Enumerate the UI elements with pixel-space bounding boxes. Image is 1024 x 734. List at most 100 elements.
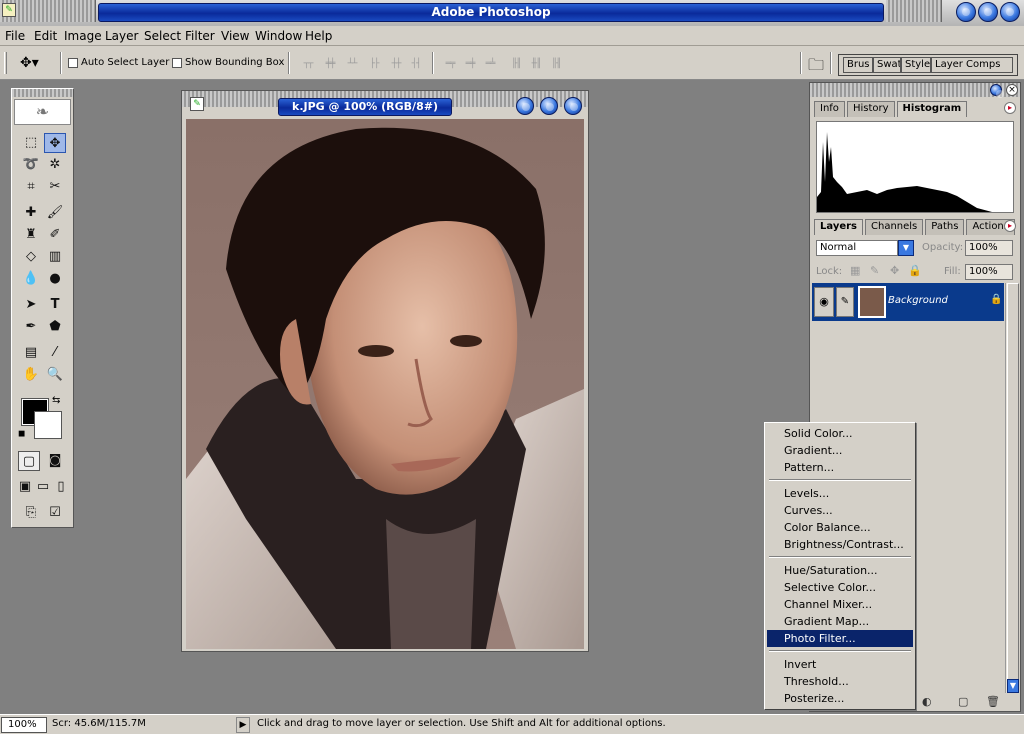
scrollbar-thumb[interactable] (1007, 283, 1019, 683)
distribute-hcenter-icon[interactable]: ╫║ (528, 58, 544, 70)
menu-item-threshold[interactable]: Threshold... (767, 673, 913, 690)
menu-item-curves[interactable]: Curves... (767, 502, 913, 519)
status-menu-arrow-icon[interactable]: ▶ (236, 717, 250, 733)
histogram-panel-menu-icon[interactable]: ▸ (1004, 102, 1016, 114)
menu-edit[interactable]: Edit (34, 28, 57, 44)
move-tool-preset-icon[interactable]: ✥▾ (20, 55, 39, 71)
scroll-down-icon[interactable]: ▼ (1007, 679, 1019, 693)
distribute-top-icon[interactable]: ═╤ (442, 58, 458, 70)
tab-history[interactable]: History (846, 101, 895, 117)
eyedropper-tool-icon[interactable]: ⁄ (44, 343, 66, 363)
options-grip[interactable] (4, 52, 7, 74)
tab-info[interactable]: Info (814, 101, 845, 117)
tab-channels[interactable]: Channels (865, 219, 924, 235)
menu-item-brightness-contrast[interactable]: Brightness/Contrast... (767, 536, 913, 553)
menu-item-photo-filter[interactable]: Photo Filter... (767, 630, 913, 647)
lock-all-icon[interactable]: 🔒 (908, 264, 922, 277)
hand-tool-icon[interactable]: ✋ (20, 365, 42, 385)
distribute-left-icon[interactable]: ╟║ (508, 58, 524, 70)
path-selection-tool-icon[interactable]: ➤ (20, 295, 42, 315)
menu-item-posterize[interactable]: Posterize... (767, 690, 913, 707)
auto-select-layer-checkbox[interactable]: Auto Select Layer (68, 57, 169, 68)
layer-brush-icon[interactable]: ✎ (836, 287, 854, 317)
menu-item-hue-saturation[interactable]: Hue/Saturation... (767, 562, 913, 579)
panel-grip[interactable] (810, 83, 1020, 97)
zoom-tool-icon[interactable]: 🔍 (44, 365, 66, 385)
layers-scrollbar[interactable]: ▼ (1005, 283, 1019, 693)
fill-input[interactable]: 100% (965, 264, 1013, 280)
lock-image-icon[interactable]: ✎ (870, 264, 879, 277)
menu-item-gradient[interactable]: Gradient... (767, 442, 913, 459)
brush-tool-icon[interactable]: 🖌 (44, 203, 66, 223)
clone-stamp-tool-icon[interactable]: ♜ (20, 225, 42, 245)
menu-item-pattern[interactable]: Pattern... (767, 459, 913, 476)
swap-colors-icon[interactable]: ⇆ (52, 395, 60, 406)
menu-help[interactable]: Help (305, 28, 332, 44)
doc-close-button[interactable] (564, 97, 582, 115)
show-bounding-box-checkbox[interactable]: Show Bounding Box (172, 57, 284, 68)
panel-minimize-button[interactable] (990, 84, 1004, 98)
standard-screen-mode-icon[interactable]: ▣ (16, 477, 34, 497)
distribute-bottom-icon[interactable]: ═╧ (482, 58, 498, 70)
align-horizontal-center-icon[interactable]: ┼┼ (388, 58, 404, 70)
document-icon[interactable]: ✎ (190, 97, 204, 111)
file-browser-icon[interactable]: 🗀 (808, 54, 824, 81)
image-canvas[interactable] (186, 119, 584, 649)
magic-wand-tool-icon[interactable]: ✲ (44, 155, 66, 175)
crop-tool-icon[interactable]: ⌗ (20, 177, 42, 197)
menu-item-gradient-map[interactable]: Gradient Map... (767, 613, 913, 630)
dodge-tool-icon[interactable]: ● (44, 269, 66, 289)
doc-maximize-button[interactable] (540, 97, 558, 115)
pen-tool-icon[interactable]: ✒ (20, 317, 42, 337)
menu-filter[interactable]: Filter (185, 28, 215, 44)
layer-visibility-eye-icon[interactable]: ◉ (814, 287, 834, 317)
photoshop-feather-icon[interactable]: ✎ (2, 3, 16, 17)
well-tab-brushes[interactable]: Brus (843, 57, 873, 73)
well-tab-swatches[interactable]: Swat (873, 57, 901, 73)
adjustment-layer-icon[interactable]: ◐ (922, 695, 932, 708)
menu-view[interactable]: View (221, 28, 249, 44)
new-layer-icon[interactable]: ▢ (958, 695, 968, 708)
close-button[interactable] (1000, 2, 1020, 22)
layers-panel-menu-icon[interactable]: ▸ (1004, 220, 1016, 232)
blur-tool-icon[interactable]: 💧 (20, 269, 42, 289)
doc-minimize-button[interactable] (516, 97, 534, 115)
blend-mode-select[interactable]: Normal (816, 240, 898, 256)
blend-mode-dropdown-icon[interactable]: ▼ (898, 240, 914, 256)
menu-layer[interactable]: Layer (105, 28, 138, 44)
menu-file[interactable]: File (5, 28, 25, 44)
type-tool-icon[interactable]: T (44, 295, 66, 315)
notes-tool-icon[interactable]: ▤ (20, 343, 42, 363)
distribute-vcenter-icon[interactable]: ═╪ (462, 58, 478, 70)
menu-item-solid-color[interactable]: Solid Color... (767, 425, 913, 442)
menu-window[interactable]: Window (255, 28, 302, 44)
maximize-button[interactable] (978, 2, 998, 22)
history-brush-tool-icon[interactable]: ✐ (44, 225, 66, 245)
standard-mode-icon[interactable]: ▢ (18, 451, 40, 471)
tab-layers[interactable]: Layers (814, 219, 863, 235)
healing-brush-tool-icon[interactable]: ✚ (20, 203, 42, 223)
full-screen-mode-icon[interactable]: ▯ (52, 477, 70, 497)
lock-transparency-icon[interactable]: ▦ (850, 264, 860, 277)
move-tool-icon[interactable]: ✥ (44, 133, 66, 153)
menu-item-levels[interactable]: Levels... (767, 485, 913, 502)
distribute-right-icon[interactable]: ║╢ (548, 58, 564, 70)
minimize-button[interactable] (956, 2, 976, 22)
menu-item-channel-mixer[interactable]: Channel Mixer... (767, 596, 913, 613)
eraser-tool-icon[interactable]: ◇ (20, 247, 42, 267)
panel-close-icon[interactable]: × (1006, 84, 1018, 96)
quick-mask-mode-icon[interactable]: ◙ (44, 451, 66, 471)
shape-tool-icon[interactable]: ⬟ (44, 317, 66, 337)
lasso-tool-icon[interactable]: ➰ (20, 155, 42, 175)
menu-image[interactable]: Image (64, 28, 102, 44)
tab-histogram[interactable]: Histogram (896, 101, 968, 117)
menu-select[interactable]: Select (144, 28, 181, 44)
delete-layer-icon[interactable]: 🗑 (986, 695, 1000, 708)
edit-in-imageready-icon[interactable]: ☑ (44, 503, 66, 523)
gradient-tool-icon[interactable]: ▥ (44, 247, 66, 267)
tab-paths[interactable]: Paths (925, 219, 965, 235)
jump-to-imageready-icon[interactable]: ⎘ (20, 503, 42, 523)
default-colors-icon[interactable]: ◼ (18, 429, 25, 439)
align-left-icon[interactable]: ├├ (366, 58, 382, 70)
opacity-input[interactable]: 100% (965, 240, 1013, 256)
